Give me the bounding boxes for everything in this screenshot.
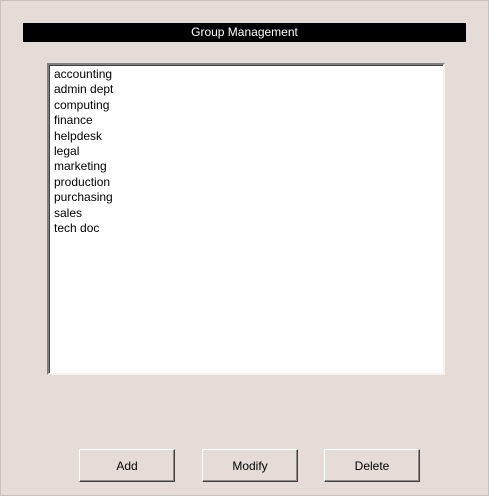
group-list-item[interactable]: sales (54, 206, 443, 221)
group-list-item[interactable]: tech doc (54, 221, 443, 236)
delete-button[interactable]: Delete (324, 449, 420, 482)
add-button[interactable]: Add (79, 449, 175, 482)
group-listbox[interactable]: accounting admin dept computing finance … (47, 63, 445, 375)
group-list-item[interactable]: legal (54, 144, 443, 159)
window-title: Group Management (23, 23, 466, 42)
group-list-item[interactable]: accounting (54, 67, 443, 82)
group-management-window: Group Management accounting admin dept c… (0, 0, 489, 496)
group-list-item[interactable]: purchasing (54, 190, 443, 205)
group-list-item[interactable]: computing (54, 98, 443, 113)
modify-button[interactable]: Modify (202, 449, 298, 482)
group-list-item[interactable]: production (54, 175, 443, 190)
group-list: accounting admin dept computing finance … (54, 67, 443, 236)
group-list-item[interactable]: helpdesk (54, 129, 443, 144)
group-list-item[interactable]: marketing (54, 159, 443, 174)
group-list-item[interactable]: admin dept (54, 82, 443, 97)
group-list-item[interactable]: finance (54, 113, 443, 128)
